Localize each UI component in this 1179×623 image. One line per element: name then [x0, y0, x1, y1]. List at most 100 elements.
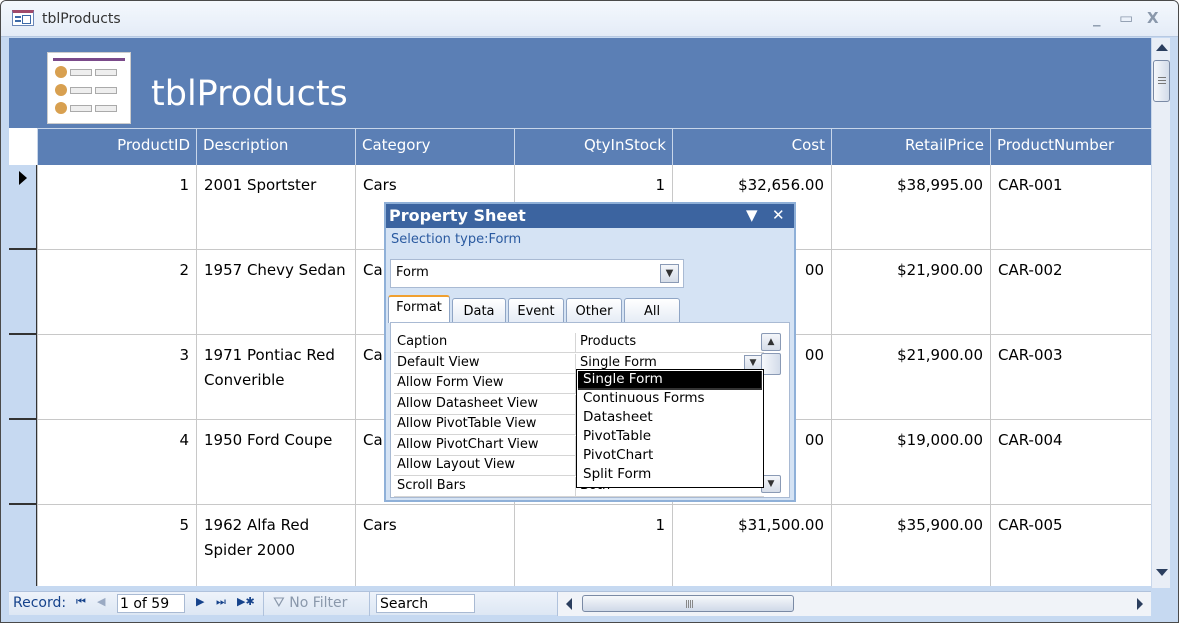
- selection-type-label: Selection type:Form: [391, 232, 522, 247]
- record-selector[interactable]: [9, 420, 37, 505]
- cell-description[interactable]: 1957 Chevy Sedan: [196, 250, 355, 335]
- cell-retailprice[interactable]: $35,900.00: [831, 505, 990, 586]
- tab-format[interactable]: Format: [388, 295, 450, 323]
- tab-event[interactable]: Event: [508, 298, 564, 323]
- title-bar: tblProducts _ ▭ X: [1, 1, 1178, 37]
- property-name: Allow PivotChart View: [394, 435, 576, 456]
- close-button[interactable]: X: [1147, 9, 1159, 27]
- cell-productid[interactable]: 4: [37, 420, 196, 505]
- chevron-down-icon[interactable]: ▼: [660, 264, 679, 283]
- record-selector[interactable]: [9, 335, 37, 420]
- cell-productnumber[interactable]: CAR-005: [990, 505, 1151, 586]
- column-header-productid[interactable]: ProductID: [37, 128, 196, 165]
- property-name: Default View: [394, 353, 576, 374]
- table-icon: [12, 10, 34, 26]
- last-record-button[interactable]: ⏭: [216, 595, 226, 609]
- dropdown-option[interactable]: Continuous Forms: [578, 390, 762, 409]
- tab-other[interactable]: Other: [566, 298, 622, 323]
- record-selector[interactable]: [9, 505, 37, 586]
- no-filter-label: No Filter: [289, 595, 348, 611]
- cell-productnumber[interactable]: CAR-002: [990, 250, 1151, 335]
- column-header-productnumber[interactable]: ProductNumber: [990, 128, 1151, 165]
- cell-description[interactable]: 2001 Sportster: [196, 165, 355, 250]
- cell-productid[interactable]: 5: [37, 505, 196, 586]
- record-navigation-bar: Record: ⏮ ◀ ▶ ⏭ ▶✱ ⛛ No Filter: [9, 591, 1151, 616]
- property-row[interactable]: Caption Products: [394, 333, 764, 353]
- property-sheet-title-bar: Property Sheet ▼ ✕: [386, 204, 794, 228]
- first-record-button[interactable]: ⏮: [76, 595, 86, 609]
- property-name: Allow Layout View: [394, 456, 576, 476]
- horizontal-scrollbar[interactable]: [557, 592, 1151, 616]
- property-list-scrollbar[interactable]: ▲ ▼: [761, 333, 781, 493]
- form-header: tblProducts: [9, 38, 1151, 128]
- cell-description[interactable]: 1950 Ford Coupe: [196, 420, 355, 505]
- tab-all[interactable]: All: [624, 298, 680, 323]
- scroll-down-icon[interactable]: ▼: [761, 475, 781, 493]
- cell-qtyinstock[interactable]: 1: [514, 505, 672, 586]
- property-name: Allow PivotTable View: [394, 415, 576, 435]
- dropdown-option[interactable]: Datasheet: [578, 409, 762, 428]
- column-header-category[interactable]: Category: [355, 128, 514, 165]
- record-selector[interactable]: [9, 250, 37, 335]
- previous-record-button[interactable]: ◀: [97, 595, 105, 608]
- column-header-retailprice[interactable]: RetailPrice: [831, 128, 990, 165]
- window-title: tblProducts: [42, 11, 121, 27]
- current-record-icon: [19, 171, 27, 185]
- cell-description[interactable]: 1971 Pontiac Red Converible: [196, 335, 355, 420]
- cell-category[interactable]: Cars: [355, 505, 514, 586]
- column-header-cost[interactable]: Cost: [672, 128, 831, 165]
- cell-retailprice[interactable]: $19,000.00: [831, 420, 990, 505]
- property-name: Allow Form View: [394, 374, 576, 394]
- property-name: Caption: [394, 333, 576, 353]
- property-scroll-thumb[interactable]: [761, 353, 781, 375]
- scroll-down-icon[interactable]: [1156, 569, 1168, 576]
- cell-productnumber[interactable]: CAR-004: [990, 420, 1151, 505]
- dropdown-option[interactable]: PivotTable: [578, 428, 762, 447]
- vertical-scroll-thumb[interactable]: [1153, 60, 1170, 102]
- property-name: Scroll Bars: [394, 476, 576, 497]
- search-input[interactable]: [376, 594, 475, 613]
- scroll-up-icon[interactable]: ▲: [761, 333, 781, 351]
- horizontal-scroll-thumb[interactable]: [582, 595, 794, 612]
- scroll-up-icon[interactable]: [1156, 44, 1168, 51]
- maximize-button[interactable]: ▭: [1119, 9, 1133, 27]
- object-selector-combo[interactable]: Form ▼: [390, 259, 684, 288]
- tab-data[interactable]: Data: [452, 298, 506, 323]
- scroll-right-icon[interactable]: [1137, 598, 1143, 610]
- cell-cost[interactable]: $31,500.00: [672, 505, 831, 586]
- property-name: Allow Datasheet View: [394, 394, 576, 415]
- cell-retailprice[interactable]: $21,900.00: [831, 250, 990, 335]
- object-selector-value: Form: [396, 265, 429, 280]
- cell-productnumber[interactable]: CAR-001: [990, 165, 1151, 250]
- column-header-qtyinstock[interactable]: QtyInStock: [514, 128, 672, 165]
- property-sheet-title: Property Sheet: [389, 206, 526, 225]
- cell-productid[interactable]: 3: [37, 335, 196, 420]
- dropdown-option[interactable]: PivotChart: [578, 447, 762, 466]
- cell-retailprice[interactable]: $21,900.00: [831, 335, 990, 420]
- pane-close-icon[interactable]: ✕: [772, 206, 785, 224]
- record-label: Record:: [13, 595, 67, 611]
- form-logo-icon: [47, 52, 131, 124]
- default-view-dropdown-list: Single Form Continuous Forms Datasheet Pivo…: [576, 369, 764, 488]
- pane-menu-icon[interactable]: ▼: [746, 206, 758, 224]
- cell-retailprice[interactable]: $38,995.00: [831, 165, 990, 250]
- minimize-button[interactable]: _: [1093, 9, 1101, 27]
- filter-icon: ⛛: [273, 595, 285, 611]
- cell-description[interactable]: 1962 Alfa Red Spider 2000: [196, 505, 355, 586]
- scroll-left-icon[interactable]: [566, 598, 572, 610]
- column-header-description[interactable]: Description: [196, 128, 355, 165]
- cell-productnumber[interactable]: CAR-003: [990, 335, 1151, 420]
- new-record-button[interactable]: ▶✱: [237, 595, 255, 608]
- cell-productid[interactable]: 1: [37, 165, 196, 250]
- record-selector[interactable]: [9, 165, 37, 250]
- current-record-input[interactable]: [117, 594, 185, 613]
- property-value[interactable]: Single Form: [580, 355, 657, 370]
- property-value[interactable]: Products: [580, 334, 636, 349]
- no-filter-button[interactable]: ⛛ No Filter: [273, 595, 347, 611]
- dropdown-option[interactable]: Split Form: [578, 466, 762, 485]
- vertical-scrollbar[interactable]: [1151, 38, 1170, 588]
- dropdown-option[interactable]: Single Form: [578, 371, 762, 390]
- next-record-button[interactable]: ▶: [196, 595, 204, 608]
- cell-productid[interactable]: 2: [37, 250, 196, 335]
- form-title: tblProducts: [151, 74, 348, 114]
